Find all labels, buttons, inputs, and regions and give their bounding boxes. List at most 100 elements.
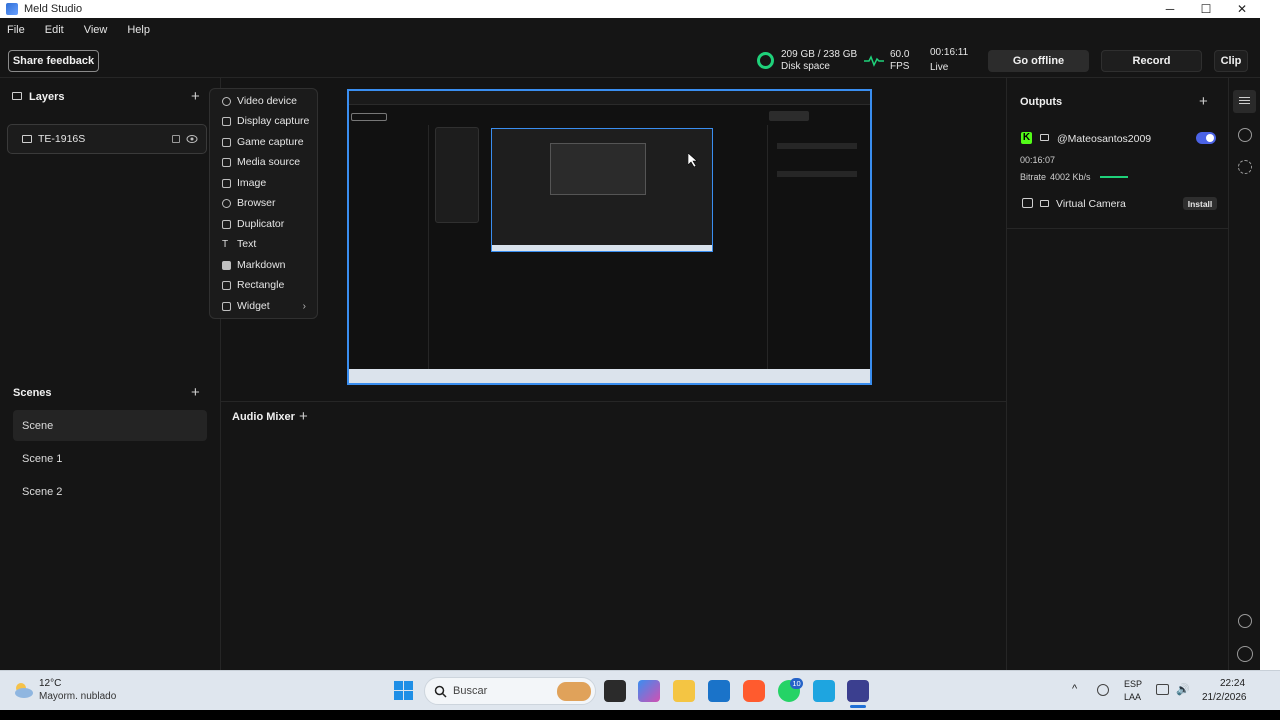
broadcast-icon[interactable] <box>1238 160 1252 174</box>
maximize-button[interactable]: ☐ <box>1188 0 1224 18</box>
mouse-cursor-icon <box>688 153 698 167</box>
share-feedback-button[interactable]: Share feedback <box>8 50 99 72</box>
terminal-app-icon[interactable] <box>604 680 626 702</box>
layers-icon <box>12 92 22 100</box>
network-icon[interactable] <box>1156 684 1169 695</box>
menu-item-game-capture[interactable]: Game capture <box>210 132 318 152</box>
active-app-indicator <box>850 705 866 708</box>
record-button[interactable]: Record <box>1101 50 1202 72</box>
globe-icon <box>222 198 231 208</box>
meld-taskbar-icon[interactable] <box>847 680 869 702</box>
volume-icon[interactable]: 🔊 <box>1176 683 1190 696</box>
preview-canvas[interactable] <box>347 89 872 385</box>
clock-date[interactable]: 21/2/2026 <box>1202 692 1247 703</box>
onedrive-icon[interactable] <box>1097 684 1109 696</box>
audio-mixer-title: Audio Mixer <box>232 411 295 423</box>
nested-canvas-inner <box>550 143 646 195</box>
file-explorer-icon[interactable] <box>673 680 695 702</box>
sliders-icon <box>1239 97 1250 98</box>
nested-dropdown <box>435 127 479 223</box>
nested-canvas <box>491 128 713 252</box>
taskbar-search[interactable]: Buscar <box>424 677 596 705</box>
menu-view[interactable]: View <box>84 24 108 36</box>
nested-left-panel <box>349 125 429 369</box>
camera-icon <box>222 96 231 106</box>
toggle-knob <box>1206 134 1214 142</box>
menu-item-duplicator[interactable]: Duplicator <box>210 214 318 234</box>
window-edge <box>1260 18 1280 670</box>
add-output-button[interactable]: + <box>1199 94 1208 109</box>
eye-icon[interactable] <box>186 134 198 144</box>
minimize-button[interactable]: ─ <box>1152 0 1188 18</box>
scene-item[interactable]: Scene 1 <box>13 443 207 474</box>
scenes-title: Scenes <box>13 387 52 399</box>
top-toolbar: Share feedback 209 GB / 238 GB Disk spac… <box>0 42 1280 78</box>
add-layer-button[interactable]: + <box>191 89 200 104</box>
store-app-icon[interactable] <box>708 680 730 702</box>
whatsapp-badge: 10 <box>790 678 803 689</box>
bitrate-label: Bitrate <box>1020 172 1047 182</box>
disk-space-label: Disk space <box>781 61 830 72</box>
chat-icon[interactable] <box>1238 128 1252 142</box>
menu-item-widget[interactable]: Widget › <box>210 296 318 316</box>
layer-name: TE-1916S <box>38 133 86 145</box>
menu-item-display-capture[interactable]: Display capture <box>210 111 318 131</box>
layers-title: Layers <box>29 91 65 103</box>
brave-browser-icon[interactable] <box>743 680 765 702</box>
disk-space-value: 209 GB / 238 GB <box>781 49 858 60</box>
outputs-tab[interactable] <box>1233 90 1256 113</box>
menu-item-media-source[interactable]: Media source <box>210 152 318 172</box>
layer-item[interactable]: TE-1916S <box>7 124 207 154</box>
meld-app-icon <box>6 3 18 15</box>
add-layer-menu: Video device Display capture Game captur… <box>209 88 318 319</box>
menu-file[interactable]: File <box>7 24 25 36</box>
settings-gear-icon[interactable] <box>1238 614 1252 628</box>
lock-icon[interactable] <box>172 135 180 143</box>
nested-taskbar <box>492 245 712 251</box>
clock-time[interactable]: 22:24 <box>1220 678 1245 689</box>
fps-graph-icon <box>864 55 884 67</box>
stream-time: 00:16:07 <box>1020 155 1056 165</box>
add-audio-button[interactable]: + <box>299 409 308 424</box>
m365-app-icon[interactable] <box>638 680 660 702</box>
close-button[interactable]: ✕ <box>1224 0 1260 18</box>
language-line1: ESP <box>1124 679 1143 689</box>
menu-item-browser[interactable]: Browser <box>210 193 318 213</box>
widget-icon <box>222 301 231 311</box>
nested-divider <box>767 125 768 369</box>
windows-start-button[interactable] <box>394 681 414 701</box>
language-line2: LAA <box>1124 692 1142 702</box>
outputs-panel: Outputs + K @Mateosantos2009 00:16:07 Bi… <box>1006 78 1228 670</box>
chevron-up-icon[interactable]: ^ <box>1072 683 1077 695</box>
go-offline-button[interactable]: Go offline <box>988 50 1089 72</box>
screen-icon <box>1040 200 1049 207</box>
scene-item[interactable]: Scene 2 <box>13 476 207 507</box>
webcam-icon <box>1022 198 1033 208</box>
stream-toggle[interactable] <box>1196 132 1216 144</box>
fps-label: FPS <box>890 61 910 72</box>
menu-item-markdown[interactable]: Markdown <box>210 255 318 275</box>
clip-button[interactable]: Clip <box>1214 50 1248 72</box>
window-titlebar: Meld Studio ─ ☐ ✕ <box>0 0 1280 18</box>
menu-item-video-device[interactable]: Video device <box>210 91 318 111</box>
search-icon <box>434 685 447 698</box>
kick-logo-icon: K <box>1021 132 1032 144</box>
scene-item[interactable]: Scene <box>13 410 207 441</box>
bitrate-value: 4002 Kb/s <box>1050 172 1091 182</box>
bottom-edge <box>0 710 1280 720</box>
search-placeholder: Buscar <box>453 685 488 697</box>
menu-item-rectangle[interactable]: Rectangle <box>210 275 318 295</box>
os-taskbar: 12°C Mayorm. nublado Buscar 10 ^ ESP LAA… <box>0 670 1280 710</box>
virtual-camera-label: Virtual Camera <box>1056 198 1126 210</box>
fps-value: 60.0 <box>890 49 910 60</box>
menu-item-image[interactable]: Image <box>210 173 318 193</box>
menu-help[interactable]: Help <box>127 24 150 36</box>
avatar[interactable] <box>1237 646 1253 662</box>
install-button[interactable]: Install <box>1183 197 1217 210</box>
add-scene-button[interactable]: + <box>191 385 200 400</box>
f-app-icon[interactable] <box>813 680 835 702</box>
menu-edit[interactable]: Edit <box>45 24 64 36</box>
search-highlight-image <box>557 682 591 701</box>
menu-item-text[interactable]: T Text <box>210 234 318 254</box>
disk-usage-ring-icon <box>757 52 774 69</box>
